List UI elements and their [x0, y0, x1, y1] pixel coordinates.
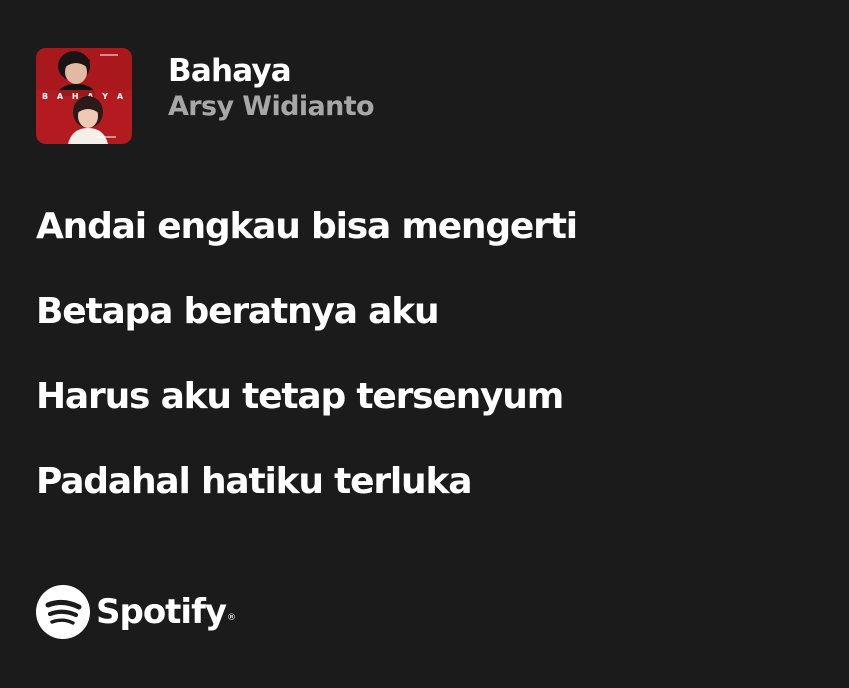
lyric-line: Andai engkau bisa mengerti [36, 206, 578, 247]
album-cover: B A H A Y A [36, 48, 132, 144]
lyric-line: Harus aku tetap tersenyum [36, 376, 564, 417]
spotify-branding: Spotify® [36, 585, 236, 639]
registered-mark: ® [227, 613, 236, 623]
album-cover-art: B A H A Y A [36, 48, 132, 144]
track-meta: Bahaya Arsy Widianto [168, 48, 375, 124]
track-title: Bahaya [168, 53, 292, 89]
track-header: B A H A Y A Bahaya Arsy Widianto [36, 48, 375, 144]
spotify-wordmark-text: Spotify [96, 592, 227, 632]
spotify-wordmark: Spotify® [96, 592, 236, 632]
spotify-logo-icon [36, 585, 90, 639]
lyrics-block: Andai engkau bisa mengerti Betapa beratn… [36, 206, 578, 546]
lyric-line: Betapa beratnya aku [36, 291, 440, 332]
track-artist: Arsy Widianto [168, 91, 375, 122]
lyric-line: Padahal hatiku terluka [36, 461, 473, 502]
lyrics-share-card: B A H A Y A Bahaya Arsy Widianto Andai e… [0, 0, 849, 688]
